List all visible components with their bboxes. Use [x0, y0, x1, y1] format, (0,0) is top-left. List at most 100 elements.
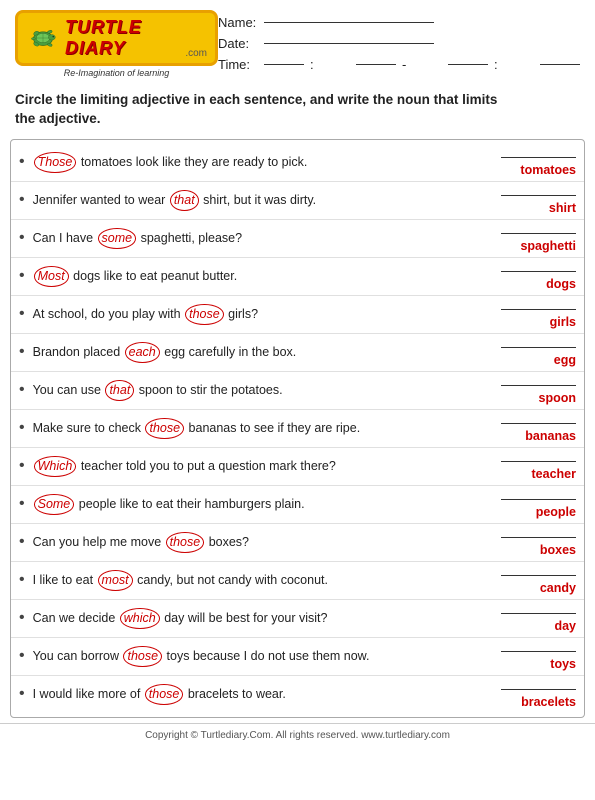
answer-line [501, 689, 576, 690]
answer-text: bracelets [494, 695, 576, 709]
answer-area: bananas [486, 414, 576, 443]
answer-line [501, 651, 576, 652]
name-row: Name: [218, 15, 580, 30]
title-line1: Circle the limiting adjective in each se… [15, 92, 497, 107]
bullet-icon: • [19, 154, 25, 170]
bullet-icon: • [19, 648, 25, 664]
circled-word: Those [34, 152, 77, 173]
answer-text: bananas [494, 429, 576, 443]
sentence-row: • Can you help me move those boxes?boxes [11, 524, 584, 562]
answer-text: spoon [494, 391, 576, 405]
answer-line [501, 195, 576, 196]
bullet-icon: • [19, 420, 25, 436]
bullet-icon: • [19, 192, 25, 208]
time-underline-3 [448, 64, 488, 65]
sentence-text: Some people like to eat their hamburgers… [33, 494, 486, 515]
circled-word: some [98, 228, 137, 249]
time-colon-1: : [310, 57, 350, 72]
answer-line [501, 575, 576, 576]
answer-area: dogs [486, 262, 576, 291]
time-row: Time: : - : [218, 57, 580, 72]
bullet-icon: • [19, 382, 25, 398]
sentence-text: Which teacher told you to put a question… [33, 456, 486, 477]
circled-word: those [145, 684, 184, 705]
turtle-icon [26, 23, 60, 53]
time-underline-1 [264, 64, 304, 65]
answer-text: spaghetti [494, 239, 576, 253]
footer-text: Copyright © Turtlediary.Com. All rights … [145, 730, 450, 741]
answer-text: shirt [494, 201, 576, 215]
title-section: Circle the limiting adjective in each se… [0, 83, 595, 134]
sentence-text: I like to eat most candy, but not candy … [33, 570, 486, 591]
bullet-icon: • [19, 230, 25, 246]
sentence-text: Most dogs like to eat peanut butter. [33, 266, 486, 287]
sentence-row: •Make sure to check those bananas to see… [11, 410, 584, 448]
answer-line [501, 233, 576, 234]
time-dash: - [402, 57, 442, 72]
answer-text: people [494, 505, 576, 519]
answer-area: boxes [486, 528, 576, 557]
sentence-text: At school, do you play with those girls? [33, 304, 486, 325]
date-label: Date: [218, 36, 258, 51]
logo-area: TURTLE DIARY .com Re-Imagination of lear… [15, 10, 218, 78]
sentence-row: •Those tomatoes look like they are ready… [11, 144, 584, 182]
answer-area: spaghetti [486, 224, 576, 253]
sentence-text: You can use that spoon to stir the potat… [33, 380, 486, 401]
circled-word: those [123, 646, 162, 667]
answer-line [501, 423, 576, 424]
answer-area: people [486, 490, 576, 519]
logo-tagline: Re-Imagination of learning [64, 68, 170, 78]
answer-line [501, 385, 576, 386]
sentences-container: •Those tomatoes look like they are ready… [10, 139, 585, 718]
circled-word: which [120, 608, 160, 629]
sentence-row: • Can I have some spaghetti, please? spagh… [11, 220, 584, 258]
answer-line [501, 613, 576, 614]
answer-text: teacher [494, 467, 576, 481]
sentence-row: • You can use that spoon to stir the pota… [11, 372, 584, 410]
sentence-text: Can you help me move those boxes? [33, 532, 486, 553]
bullet-icon: • [19, 344, 25, 360]
time-underline-2 [356, 64, 396, 65]
answer-area: bracelets [486, 680, 576, 709]
sentence-row: •You can borrow those toys because I do … [11, 638, 584, 676]
name-underline [264, 22, 434, 23]
answer-line [501, 271, 576, 272]
sentence-row: • Brandon placed each egg carefully in th… [11, 334, 584, 372]
sentence-text: Can we decide which day will be best for… [33, 608, 486, 629]
answer-text: day [494, 619, 576, 633]
answer-text: girls [494, 315, 576, 329]
logo-box: TURTLE DIARY .com [15, 10, 218, 66]
name-date-area: Name: Date: Time: : - : [218, 10, 580, 72]
bullet-icon: • [19, 268, 25, 284]
sentence-row: •Which teacher told you to put a questio… [11, 448, 584, 486]
answer-area: toys [486, 642, 576, 671]
answer-line [501, 309, 576, 310]
answer-text: tomatoes [494, 163, 576, 177]
answer-text: dogs [494, 277, 576, 291]
time-underline-4 [540, 64, 580, 65]
circled-word: that [105, 380, 134, 401]
answer-line [501, 461, 576, 462]
date-underline [264, 43, 434, 44]
sentence-row: •Some people like to eat their hamburger… [11, 486, 584, 524]
sentence-row: • Jennifer wanted to wear that shirt, but… [11, 182, 584, 220]
answer-area: shirt [486, 186, 576, 215]
date-row: Date: [218, 36, 580, 51]
circled-word: those [185, 304, 224, 325]
sentence-text: Jennifer wanted to wear that shirt, but … [33, 190, 486, 211]
answer-area: spoon [486, 376, 576, 405]
sentence-row: •Can we decide which day will be best fo… [11, 600, 584, 638]
time-label: Time: [218, 57, 258, 72]
sentence-text: Brandon placed each egg carefully in the… [33, 342, 486, 363]
sentence-text: Can I have some spaghetti, please? [33, 228, 486, 249]
bullet-icon: • [19, 686, 25, 702]
bullet-icon: • [19, 534, 25, 550]
answer-line [501, 499, 576, 500]
answer-line [501, 157, 576, 158]
bullet-icon: • [19, 572, 25, 588]
sentence-row: • Most dogs like to eat peanut butter. dog… [11, 258, 584, 296]
sentence-row: • I like to eat most candy, but not candy… [11, 562, 584, 600]
circled-word: Which [34, 456, 77, 477]
answer-text: egg [494, 353, 576, 367]
name-label: Name: [218, 15, 258, 30]
